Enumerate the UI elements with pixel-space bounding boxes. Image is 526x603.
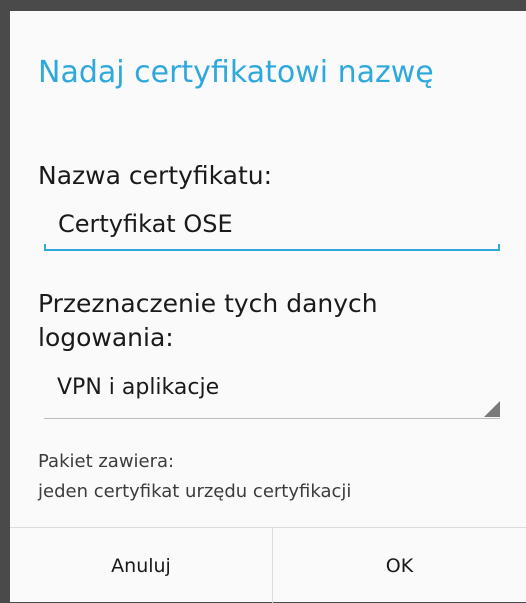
package-contents-text: jeden certyfikat urzędu certyfikacji (38, 481, 352, 502)
name-field-underline (44, 249, 500, 251)
select-underline (44, 418, 500, 419)
dialog-button-bar: Anuluj OK (10, 527, 526, 603)
dialog-title: Nadaj certyfikatowi nazwę (38, 55, 434, 90)
credential-purpose-label: Przeznaczenie tych danych logowania: (38, 289, 378, 352)
name-field-underline-right-tick (498, 244, 500, 251)
certificate-name-label: Nazwa certyfikatu: (38, 161, 273, 190)
cancel-button[interactable]: Anuluj (10, 528, 273, 603)
credential-purpose-value[interactable]: VPN i aplikacje (57, 375, 219, 400)
certificate-name-field[interactable]: Certyfikat OSE (44, 203, 500, 251)
package-contents-label: Pakiet zawiera: (38, 451, 175, 472)
credential-purpose-select[interactable]: VPN i aplikacje (44, 367, 500, 419)
dropdown-corner-icon[interactable] (484, 401, 500, 417)
screen-backdrop: Nadaj certyfikatowi nazwę Nazwa certyfik… (0, 0, 526, 603)
ok-button[interactable]: OK (273, 528, 526, 603)
name-certificate-dialog: Nadaj certyfikatowi nazwę Nazwa certyfik… (10, 11, 526, 603)
name-field-underline-left-tick (44, 244, 46, 251)
certificate-name-value[interactable]: Certyfikat OSE (58, 210, 233, 238)
